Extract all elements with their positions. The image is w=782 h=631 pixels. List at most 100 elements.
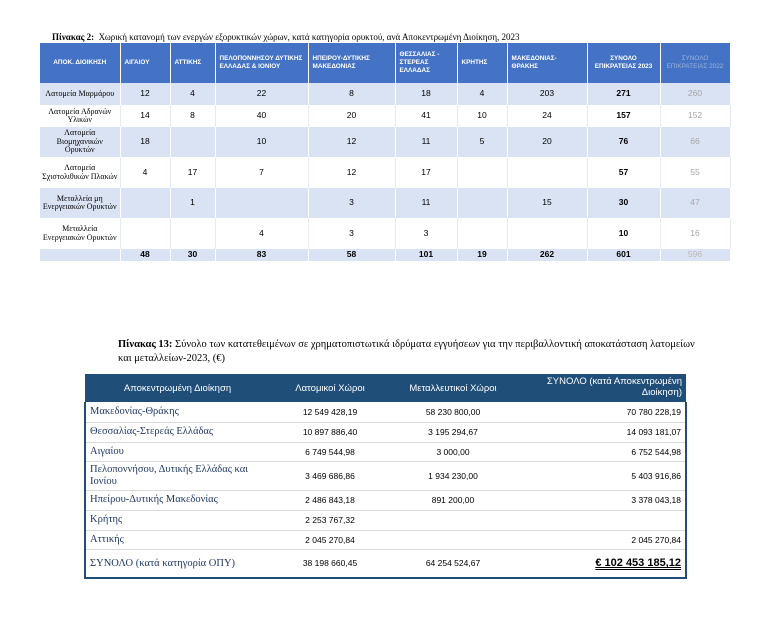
cell-total-2022: 596 bbox=[660, 249, 731, 261]
table-row: Λατομεία Σχιστολιθικών Πλακών 4 17 7 12 … bbox=[40, 157, 731, 188]
cell: 17 bbox=[395, 157, 458, 188]
cell bbox=[120, 188, 171, 218]
cell: 7 bbox=[215, 157, 309, 188]
cell: 10 bbox=[215, 127, 309, 157]
cell: 41 bbox=[395, 105, 458, 127]
cell: 18 bbox=[120, 127, 171, 157]
cell-mine: 891 200,00 bbox=[390, 490, 516, 511]
cell: 20 bbox=[308, 105, 396, 127]
table2-header: ΚΡΗΤΗΣ bbox=[457, 43, 508, 83]
cell-total-2022: 66 bbox=[660, 127, 731, 157]
cell: 1 bbox=[170, 188, 216, 218]
cell: 8 bbox=[308, 83, 396, 105]
cell-mine bbox=[390, 530, 516, 550]
cell: 14 bbox=[120, 105, 171, 127]
cell: 30 bbox=[170, 249, 216, 261]
table-row: Λατομεία Μαρμάρου 12 4 22 8 18 4 203 271… bbox=[40, 83, 731, 105]
cell-mine: 3 000,00 bbox=[390, 442, 516, 462]
cell: 19 bbox=[457, 249, 508, 261]
table13-total-row: ΣΥΝΟΛΟ (κατά κατηγορία ΟΠΥ) 38 198 660,4… bbox=[84, 549, 687, 579]
cell-total-2023: 271 bbox=[587, 83, 661, 105]
table2-header-total-2022: ΣΥΝΟΛΟ ΕΠΙΚΡΑΤΕΙΑΣ 2022 bbox=[660, 43, 731, 83]
cell-quarry: 38 198 660,45 bbox=[270, 549, 390, 579]
table2-header-row: ΑΠΟΚ. ΔΙΟΙΚΗΣΗ ΑΙΓΑΙΟΥ ΑΤΤΙΚΗΣ ΠΕΛΟΠΟΝΝΗ… bbox=[40, 43, 731, 83]
row-label: Θεσσαλίας-Στερεάς Ελλάδας bbox=[84, 422, 270, 443]
table2-header: ΑΙΓΑΙΟΥ bbox=[120, 43, 171, 83]
cell-total: 6 752 544,98 bbox=[516, 442, 687, 462]
cell: 83 bbox=[215, 249, 309, 261]
cell-total: 14 093 181,07 bbox=[516, 422, 687, 443]
cell-total-2022: 47 bbox=[660, 188, 731, 218]
cell: 48 bbox=[120, 249, 171, 261]
cell bbox=[170, 218, 216, 249]
table2-header-total-2023: ΣΥΝΟΛΟ ΕΠΙΚΡΑΤΕΙΑΣ 2023 bbox=[587, 43, 661, 83]
cell: 203 bbox=[507, 83, 588, 105]
cell-total-2023: 76 bbox=[587, 127, 661, 157]
cell: 24 bbox=[507, 105, 588, 127]
cell-quarry: 2 253 767,32 bbox=[270, 510, 390, 531]
row-label: Κρήτης bbox=[84, 510, 270, 531]
cell bbox=[120, 218, 171, 249]
cell: 262 bbox=[507, 249, 588, 261]
table2-caption-label: Πίνακας 2: bbox=[52, 32, 95, 42]
cell-mine: 64 254 524,67 bbox=[390, 549, 516, 579]
table13-header: Λατομικοί Χώροι bbox=[270, 374, 390, 402]
cell-total: 70 780 228,19 bbox=[516, 402, 687, 423]
cell bbox=[457, 218, 508, 249]
table-row: Πελοποννήσου, Δυτικής Ελλάδας και Ιονίου… bbox=[84, 461, 687, 491]
cell-total-2022: 55 bbox=[660, 157, 731, 188]
cell bbox=[507, 157, 588, 188]
cell: 12 bbox=[308, 157, 396, 188]
table-row: Κρήτης 2 253 767,32 bbox=[84, 510, 687, 531]
cell-total: 2 045 270,84 bbox=[516, 530, 687, 550]
cell-mine: 3 195 294,67 bbox=[390, 422, 516, 443]
cell: 4 bbox=[457, 83, 508, 105]
table-row: Λατομεία Βιομηχανικών Ορυκτών 18 10 12 1… bbox=[40, 127, 731, 157]
cell-quarry: 2 486 843,18 bbox=[270, 490, 390, 511]
table13-guarantees: Αποκεντρωμένη Διοίκηση Λατομικοί Χώροι Μ… bbox=[84, 374, 687, 579]
cell: 40 bbox=[215, 105, 309, 127]
cell-quarry: 3 469 686,86 bbox=[270, 461, 390, 491]
row-label: Λατομεία Σχιστολιθικών Πλακών bbox=[40, 157, 121, 188]
cell: 4 bbox=[215, 218, 309, 249]
table-row: Μακεδονίας-Θράκης 12 549 428,19 58 230 8… bbox=[84, 402, 687, 423]
table13-caption: Πίνακας 13: Σύνολο των κατατεθειμένων σε… bbox=[118, 338, 698, 366]
table-row: Μεταλλεία Ενεργειακών Ορυκτών 4 3 3 10 1… bbox=[40, 218, 731, 249]
cell: 12 bbox=[120, 83, 171, 105]
cell: 12 bbox=[308, 127, 396, 157]
table2-header: ΜΑΚΕΔΟΝΙΑΣ-ΘΡΑΚΗΣ bbox=[507, 43, 588, 83]
table2-caption: Πίνακας 2: Χωρική κατανομή των ενεργών ε… bbox=[52, 32, 520, 42]
cell-total-2023: 30 bbox=[587, 188, 661, 218]
table13-caption-label: Πίνακας 13: bbox=[118, 339, 173, 350]
cell bbox=[457, 188, 508, 218]
row-label: Μεταλλεία μη Ενεργειακών Ορυκτών bbox=[40, 188, 121, 218]
cell: 3 bbox=[308, 188, 396, 218]
row-label: Ηπείρου-Δυτικής Μακεδονίας bbox=[84, 490, 270, 511]
row-label: Πελοποννήσου, Δυτικής Ελλάδας και Ιονίου bbox=[84, 461, 270, 491]
cell: 5 bbox=[457, 127, 508, 157]
cell: 4 bbox=[120, 157, 171, 188]
table-row: Ηπείρου-Δυτικής Μακεδονίας 2 486 843,18 … bbox=[84, 490, 687, 511]
cell-mine: 58 230 800,00 bbox=[390, 402, 516, 423]
row-label: Λατομεία Βιομηχανικών Ορυκτών bbox=[40, 127, 121, 157]
table2-header: ΗΠΕΙΡΟΥ-ΔΥΤΙΚΗΣ ΜΑΚΕΔΟΝΙΑΣ bbox=[308, 43, 396, 83]
cell-quarry: 10 897 886,40 bbox=[270, 422, 390, 443]
table13-caption-text: Σύνολο των κατατεθειμένων σε χρηματοπιστ… bbox=[118, 339, 695, 364]
cell: 11 bbox=[395, 127, 458, 157]
cell-total-2022: 16 bbox=[660, 218, 731, 249]
table2-caption-text: Χωρική κατανομή των ενεργών εξορυκτικών … bbox=[98, 32, 520, 42]
cell: 22 bbox=[215, 83, 309, 105]
cell: 11 bbox=[395, 188, 458, 218]
table13-header-row: Αποκεντρωμένη Διοίκηση Λατομικοί Χώροι Μ… bbox=[85, 374, 686, 402]
table-row: Μεταλλεία μη Ενεργειακών Ορυκτών 1 3 11 … bbox=[40, 188, 731, 218]
cell: 8 bbox=[170, 105, 216, 127]
cell: 101 bbox=[395, 249, 458, 261]
table13-header: Μεταλλευτικοί Χώροι bbox=[390, 374, 516, 402]
cell-total-2022: 152 bbox=[660, 105, 731, 127]
cell: 15 bbox=[507, 188, 588, 218]
cell-total: 3 378 043,18 bbox=[516, 490, 687, 511]
table-row: Αιγαίου 6 749 544,98 3 000,00 6 752 544,… bbox=[84, 442, 687, 462]
table2-header: ΑΠΟΚ. ΔΙΟΙΚΗΣΗ bbox=[40, 43, 121, 83]
cell-quarry: 6 749 544,98 bbox=[270, 442, 390, 462]
cell-total-2023: 601 bbox=[587, 249, 661, 261]
